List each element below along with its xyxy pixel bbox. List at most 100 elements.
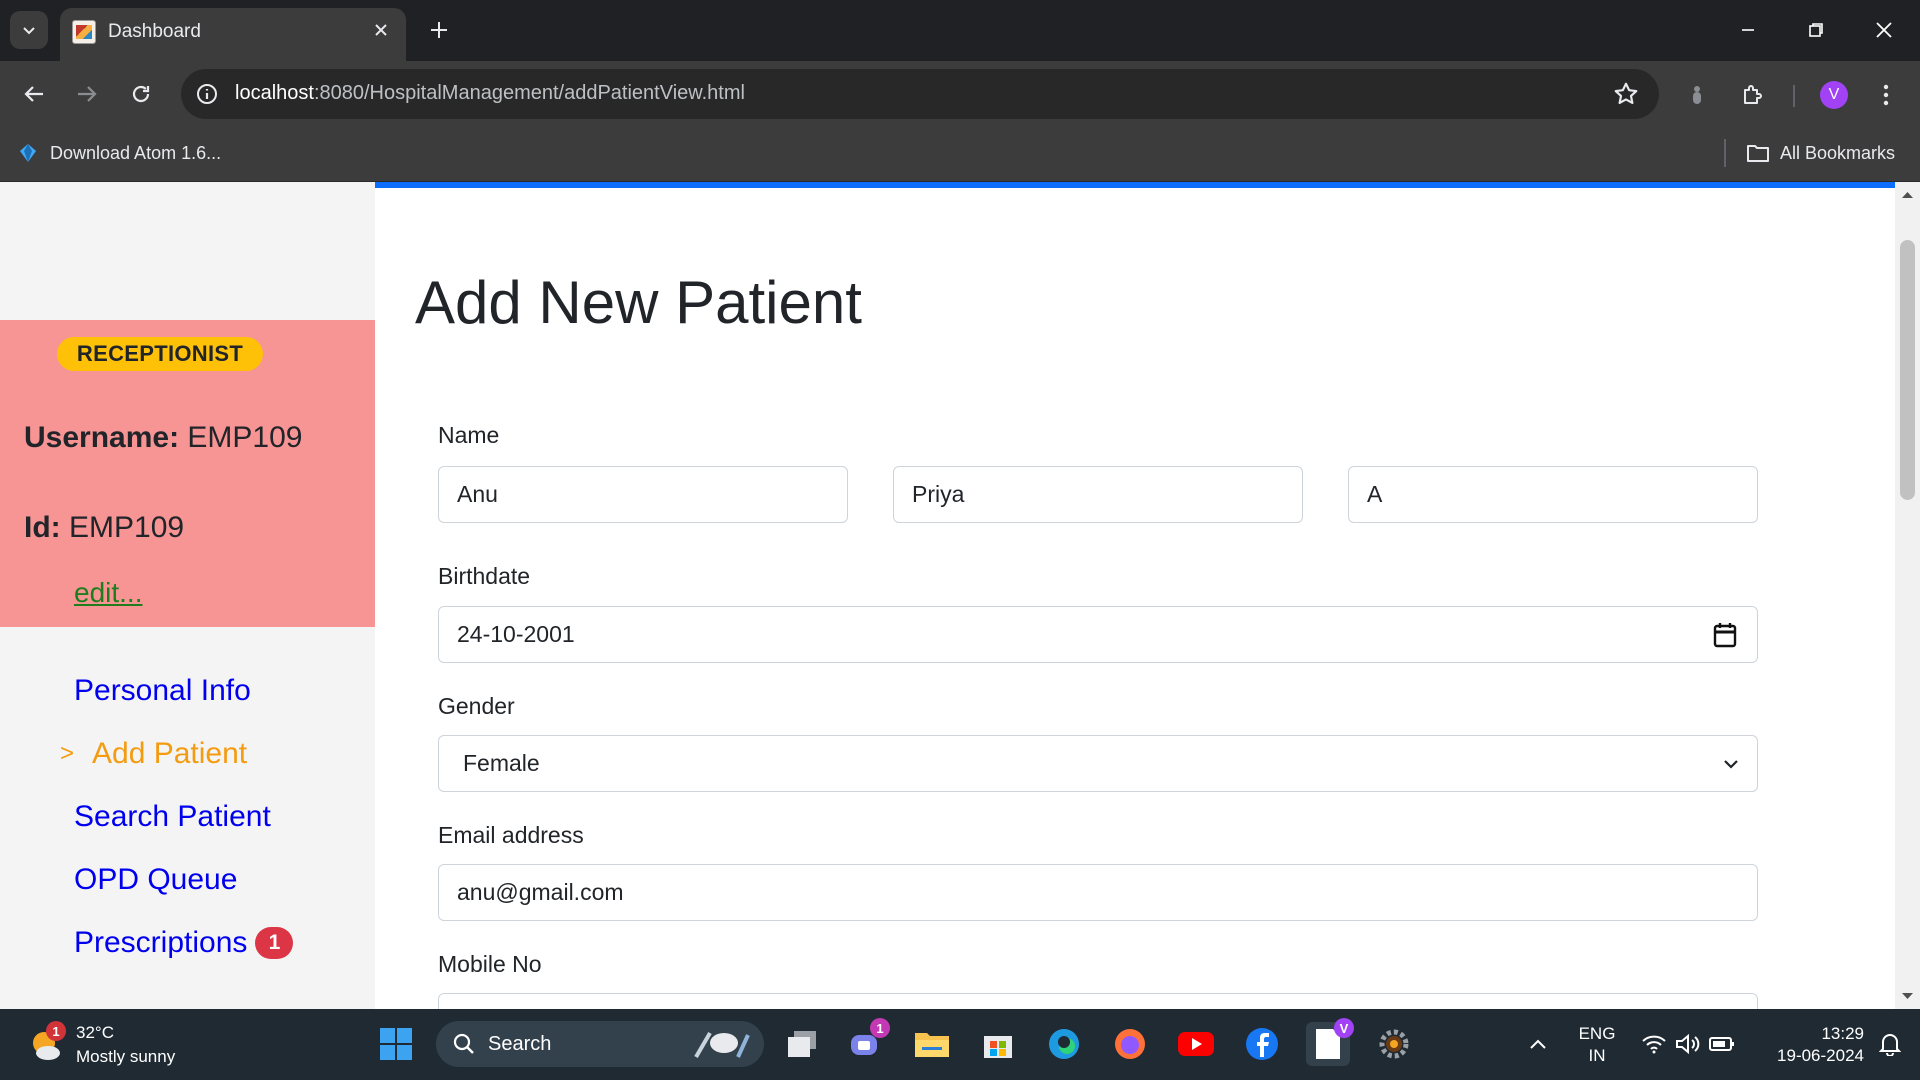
new-tab-button[interactable] <box>424 15 454 45</box>
start-button[interactable] <box>374 1022 418 1066</box>
nav-search-patient[interactable]: Search Patient <box>74 800 271 834</box>
last-name-input[interactable]: A <box>1348 466 1758 523</box>
scrollbar-thumb[interactable] <box>1900 240 1915 500</box>
facebook-button[interactable] <box>1240 1022 1284 1066</box>
bookmarks-divider <box>1724 139 1726 167</box>
search-label: Search <box>488 1032 552 1055</box>
folder-icon <box>1747 145 1769 162</box>
calendar-icon[interactable] <box>1713 622 1737 648</box>
profile-avatar[interactable]: V <box>1820 81 1848 109</box>
weather-text: 32°C Mostly sunny <box>76 1021 175 1069</box>
plus-icon <box>431 22 447 38</box>
url-text[interactable]: localhost:8080/HospitalManagement/addPat… <box>235 82 745 105</box>
settings-app-button[interactable] <box>1372 1022 1416 1066</box>
task-view-button[interactable] <box>780 1022 824 1066</box>
address-bar[interactable]: localhost:8080/HospitalManagement/addPat… <box>181 69 1659 119</box>
browser-menu-button[interactable] <box>1871 80 1901 110</box>
close-icon <box>1876 22 1892 38</box>
mobile-label: Mobile No <box>438 951 542 977</box>
firefox-button[interactable] <box>1108 1022 1152 1066</box>
tab-close-button[interactable] <box>368 17 394 43</box>
taskbar-search[interactable]: Search <box>436 1021 764 1067</box>
store-icon <box>984 1036 1012 1058</box>
bell-icon <box>1879 1034 1901 1056</box>
reload-button[interactable] <box>121 74 161 114</box>
chrome-avatar-badge: V <box>1334 1018 1354 1038</box>
battery-icon <box>1709 1037 1734 1051</box>
chevron-up-icon <box>1530 1039 1546 1049</box>
bookmark-download-atom[interactable]: Download Atom 1.6... <box>16 138 221 168</box>
birthdate-input[interactable]: 24-10-2001 <box>438 606 1758 663</box>
chevron-down-icon <box>23 27 35 35</box>
notifications-button[interactable] <box>1868 1022 1912 1066</box>
restore-icon <box>1809 23 1823 37</box>
tab-search-button[interactable] <box>10 11 48 49</box>
wifi-icon <box>1642 1035 1666 1054</box>
close-window-button[interactable] <box>1862 10 1906 50</box>
file-explorer-button[interactable] <box>910 1022 954 1066</box>
nav-add-patient[interactable]: > Add Patient <box>60 737 247 771</box>
mobile-input[interactable] <box>438 993 1758 1009</box>
site-info-icon[interactable] <box>195 82 219 106</box>
search-highlight-icon <box>694 1031 750 1059</box>
system-tray-status[interactable] <box>1628 1022 1748 1066</box>
bookmark-label: Download Atom 1.6... <box>50 142 222 163</box>
email-input[interactable]: anu@gmail.com <box>438 864 1758 921</box>
first-name-input[interactable]: Anu <box>438 466 848 523</box>
active-marker: > <box>60 740 75 767</box>
id-value: EMP109 <box>69 511 185 544</box>
edge-icon <box>1049 1029 1079 1059</box>
extensions-button[interactable] <box>1738 80 1768 110</box>
close-icon <box>375 24 387 36</box>
sidebar: RECEPTIONIST Username: EMP109 Id: EMP109… <box>0 182 375 1009</box>
nav-prescriptions[interactable]: Prescriptions 1 <box>74 926 294 960</box>
edit-profile-link[interactable]: edit... <box>74 577 142 609</box>
forward-button[interactable] <box>67 74 107 114</box>
username-line: Username: EMP109 <box>24 421 303 455</box>
web-page: RECEPTIONIST Username: EMP109 Id: EMP109… <box>0 182 1920 1009</box>
username-label: Username: <box>24 421 180 454</box>
youtube-icon <box>1178 1032 1214 1056</box>
bookmark-star-icon[interactable] <box>1613 81 1639 107</box>
bookmarks-bar: Download Atom 1.6... All Bookmarks <box>0 127 1920 182</box>
scroll-up-arrow-icon[interactable] <box>1901 188 1914 201</box>
volume-icon <box>1676 1034 1700 1054</box>
language-secondary: IN <box>1588 1046 1606 1065</box>
all-bookmarks-button[interactable]: All Bookmarks <box>1746 138 1895 168</box>
edge-button[interactable] <box>1042 1022 1086 1066</box>
nav-opd-queue[interactable]: OPD Queue <box>74 863 237 897</box>
gender-select[interactable]: Female <box>438 735 1758 792</box>
back-button[interactable] <box>14 74 54 114</box>
nav-personal-info[interactable]: Personal Info <box>74 674 251 708</box>
extension-puzzle-small-icon <box>1693 86 1701 104</box>
language-primary: ENG <box>1578 1024 1616 1043</box>
site-favicon-icon <box>72 20 96 44</box>
page-scrollbar[interactable] <box>1895 182 1920 1009</box>
search-icon <box>453 1033 474 1054</box>
language-indicator[interactable]: ENG IN <box>1572 1023 1622 1067</box>
middle-name-input[interactable]: Priya <box>893 466 1303 523</box>
folder-icon <box>915 1033 949 1057</box>
teams-badge: 1 <box>870 1018 890 1038</box>
gear-icon <box>1379 1029 1409 1059</box>
page-title: Add New Patient <box>415 269 862 336</box>
browser-tab-strip: Dashboard <box>0 0 1920 61</box>
show-hidden-icons-button[interactable] <box>1516 1022 1560 1066</box>
id-label: Id: <box>24 511 61 544</box>
browser-tab[interactable]: Dashboard <box>60 8 406 61</box>
chrome-profile-button[interactable]: V <box>1306 1018 1354 1066</box>
weather-widget[interactable]: 1 32°C Mostly sunny <box>28 1021 175 1069</box>
minimize-button[interactable] <box>1726 10 1770 50</box>
clock[interactable]: 13:29 19-06-2024 <box>1756 1023 1864 1067</box>
extension-icon[interactable] <box>1682 80 1712 110</box>
restore-button[interactable] <box>1794 10 1838 50</box>
teams-button[interactable]: 1 <box>844 1018 890 1066</box>
youtube-button[interactable] <box>1174 1022 1218 1066</box>
profile-card: RECEPTIONIST Username: EMP109 Id: EMP109… <box>0 320 375 627</box>
name-label: Name <box>438 422 500 448</box>
scroll-down-arrow-icon[interactable] <box>1901 990 1914 1003</box>
all-bookmarks-label: All Bookmarks <box>1780 142 1896 163</box>
weather-condition: Mostly sunny <box>76 1047 176 1066</box>
id-line: Id: EMP109 <box>24 511 184 545</box>
microsoft-store-button[interactable] <box>976 1022 1020 1066</box>
